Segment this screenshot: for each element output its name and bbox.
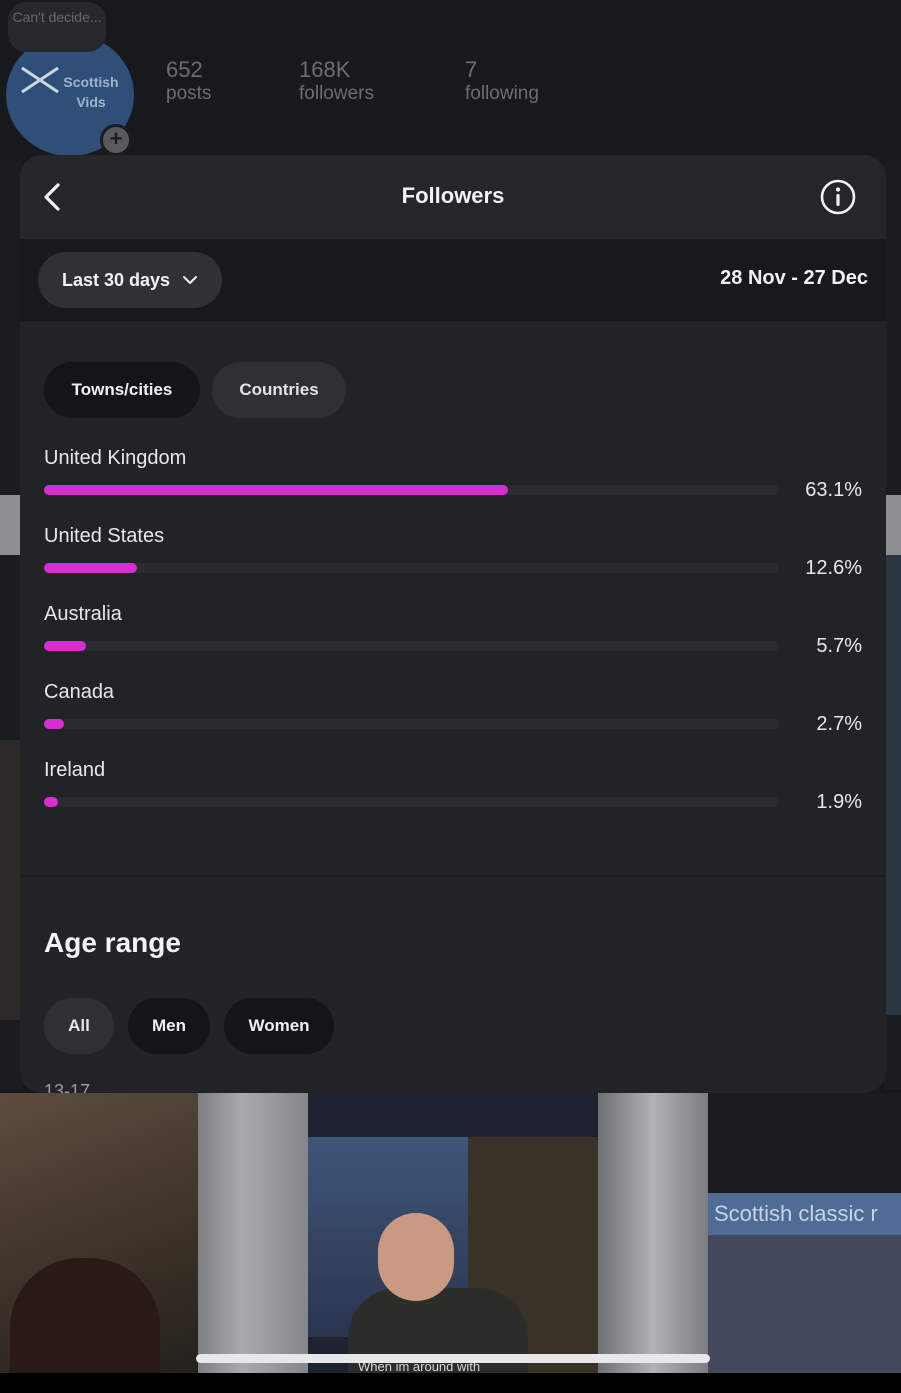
date-filter-bar: Last 30 days 28 Nov - 27 Dec [20, 239, 886, 321]
followers-sheet: Followers Last 30 days 28 Nov - 27 Dec T… [20, 155, 886, 1093]
note-bubble[interactable]: Can't decide... [8, 2, 106, 52]
post-thumbnail[interactable] [0, 1093, 198, 1373]
tile-dark-area [708, 1093, 901, 1193]
tab-towns-cities-label: Towns/cities [71, 380, 173, 399]
location-name: United Kingdom [44, 447, 187, 469]
progress-track [44, 485, 779, 495]
date-range-text: 28 Nov - 27 Dec [720, 267, 868, 289]
bottom-edge [0, 1373, 901, 1393]
sheet-header: Followers [20, 155, 886, 239]
background-thumbnail [884, 555, 901, 1015]
sheet-title: Followers [401, 183, 505, 208]
person-head-image [378, 1213, 454, 1301]
followers-label: followers [299, 83, 374, 104]
posts-label: posts [166, 83, 212, 104]
background-thumbnail [884, 495, 901, 555]
progress-fill [44, 563, 137, 573]
profile-header: Scottish Vids + Can't decide... 652 post… [0, 0, 901, 160]
post-grid-row: When im around with Scottish classic r [0, 1093, 901, 1373]
posts-count: 652 [166, 57, 203, 82]
background-thumbnail [0, 740, 22, 1020]
filter-all-label: All [68, 1016, 90, 1035]
home-indicator[interactable] [196, 1354, 710, 1363]
post-thumbnail[interactable]: When im around with [308, 1093, 598, 1373]
location-percent: 63.1% [805, 479, 862, 501]
location-name: United States [44, 525, 165, 547]
location-name: Australia [44, 603, 122, 625]
progress-track [44, 641, 779, 651]
progress-fill [44, 485, 508, 495]
progress-track [44, 563, 779, 573]
location-percent: 12.6% [805, 557, 862, 579]
followers-stat[interactable]: 168K followers [299, 58, 374, 106]
tab-countries-label: Countries [239, 380, 319, 399]
saltire-icon [21, 66, 59, 94]
filter-women[interactable]: Women [224, 998, 334, 1054]
post-banner-text: Scottish classic r [708, 1193, 901, 1235]
location-name: Canada [44, 681, 115, 703]
tab-countries[interactable]: Countries [212, 362, 346, 418]
location-percent: 2.7% [816, 713, 862, 735]
filter-women-label: Women [248, 1016, 310, 1035]
progress-track [44, 719, 779, 729]
post-thumbnail[interactable]: Scottish classic r [708, 1093, 901, 1373]
tab-towns-cities[interactable]: Towns/cities [44, 362, 200, 418]
info-icon[interactable] [818, 177, 858, 217]
filter-men[interactable]: Men [128, 998, 210, 1054]
progress-fill [44, 641, 86, 651]
person-image [10, 1258, 160, 1373]
posts-stat[interactable]: 652 posts [166, 58, 211, 106]
filter-men-label: Men [152, 1016, 186, 1035]
following-label: following [465, 83, 539, 104]
add-story-icon[interactable]: + [100, 124, 132, 156]
location-percent: 5.7% [816, 635, 862, 657]
progress-fill [44, 719, 64, 729]
age-range-title: Age range [44, 927, 181, 958]
progress-fill [44, 797, 58, 807]
location-name: Ireland [44, 759, 106, 781]
date-range-dropdown-label: Last 30 days [62, 270, 171, 290]
background-thumbnail [0, 495, 22, 555]
date-range-dropdown[interactable]: Last 30 days [38, 252, 222, 308]
post-thumbnail[interactable] [598, 1093, 708, 1373]
following-stat[interactable]: 7 following [465, 58, 539, 106]
filter-all[interactable]: All [44, 998, 114, 1054]
avatar-text: Scottish Vids [63, 74, 119, 110]
section-divider [20, 875, 886, 877]
location-percent: 1.9% [816, 791, 862, 813]
progress-track [44, 797, 779, 807]
following-count: 7 [465, 57, 478, 82]
followers-count: 168K [299, 57, 351, 82]
post-thumbnail[interactable] [198, 1093, 308, 1373]
age-row-label: 13-17 [44, 1081, 91, 1093]
chevron-down-icon [183, 276, 197, 284]
